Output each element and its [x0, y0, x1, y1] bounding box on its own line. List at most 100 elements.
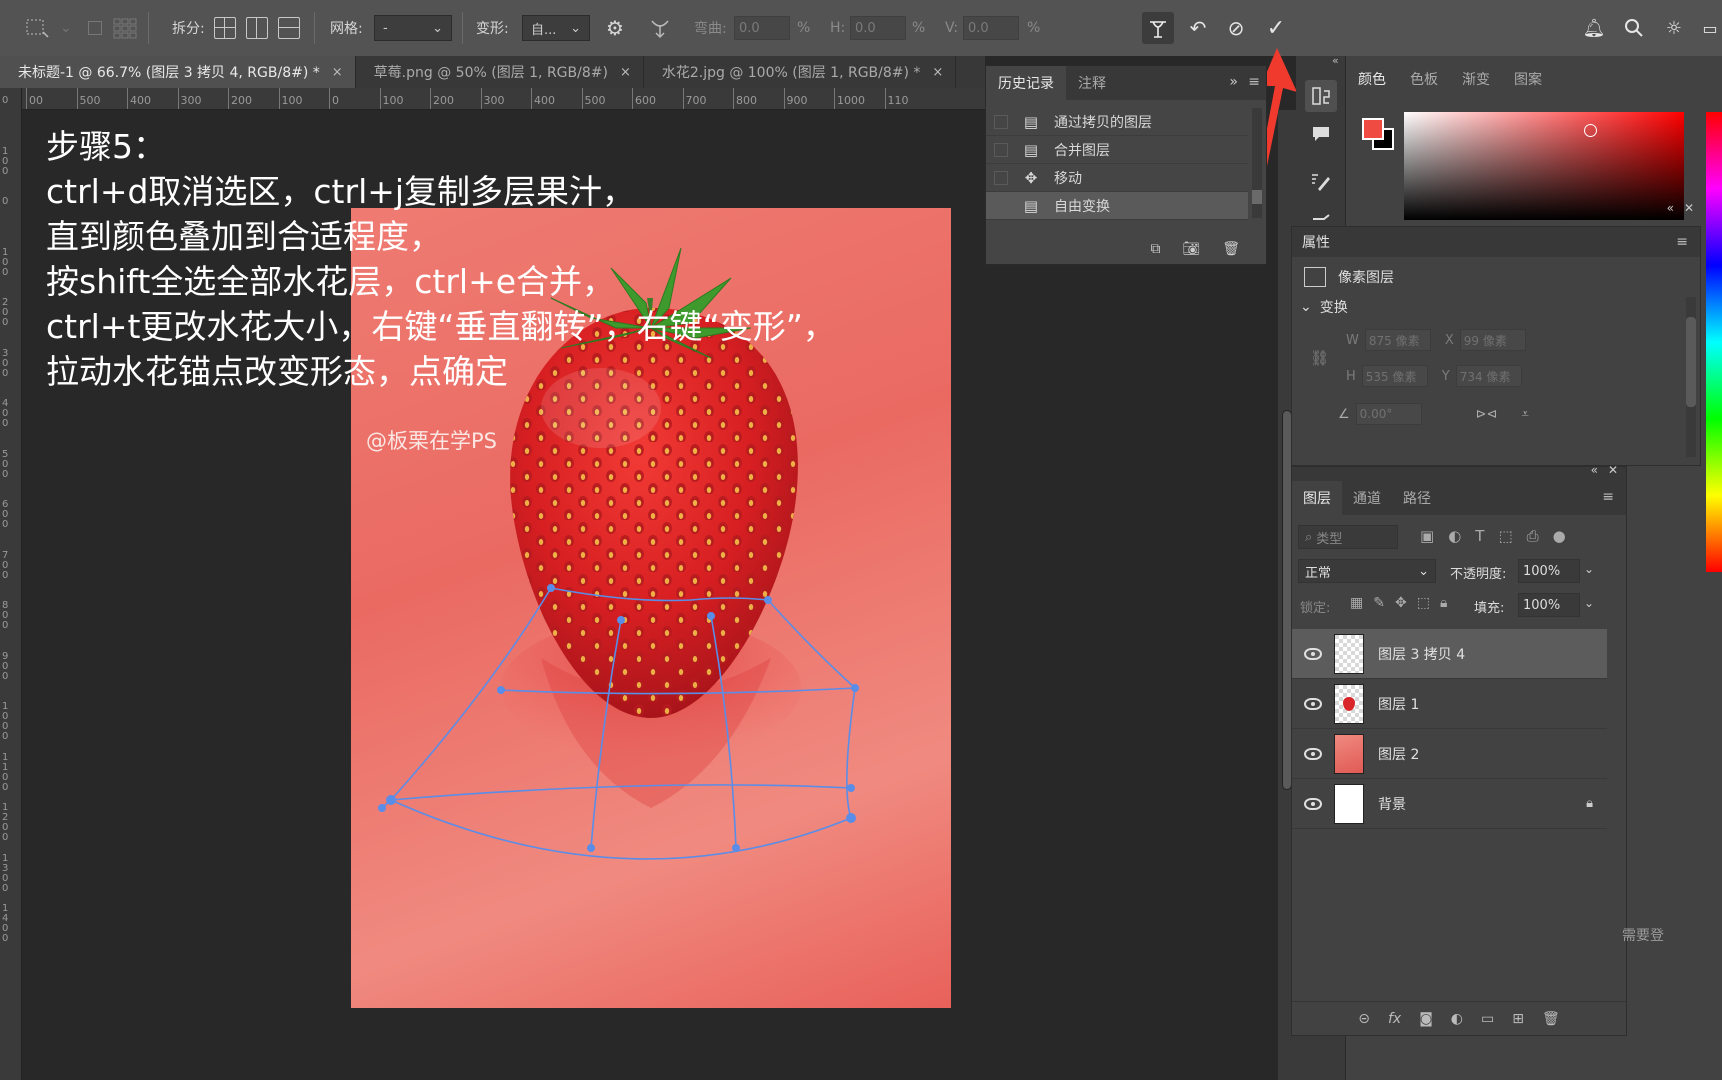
history-item[interactable]: ✥ 移动 [986, 164, 1248, 192]
angle-field[interactable]: 0.00° [1355, 403, 1422, 425]
visibility-eye-icon[interactable] [1304, 747, 1322, 760]
new-snapshot-camera-icon[interactable]: 📷︎ [1182, 241, 1200, 257]
brush-settings-icon[interactable] [1305, 166, 1337, 198]
document-tab-1[interactable]: 未标题-1 @ 66.7% (图层 3 拷贝 4, RGB/8#) * × [0, 56, 356, 88]
add-mask-icon[interactable]: ◙ [1419, 1011, 1433, 1027]
foreground-color-swatch[interactable] [1362, 118, 1384, 140]
new-group-folder-icon[interactable]: ▭ [1481, 1011, 1494, 1027]
bend-field[interactable]: 0.0 [734, 0, 790, 56]
comments-icon[interactable] [1305, 118, 1337, 150]
color-picker-field[interactable] [1404, 112, 1684, 220]
filter-shape-icon[interactable]: ⬚ [1498, 527, 1512, 545]
properties-scrollbar[interactable] [1686, 297, 1696, 457]
tab-paths[interactable]: 路径 [1392, 481, 1442, 515]
new-layer-icon[interactable]: ⊞ [1512, 1011, 1524, 1027]
filter-toggle-icon[interactable]: ● [1553, 527, 1566, 545]
width-field[interactable]: 875 像素 [1364, 329, 1431, 351]
notification-bell-icon[interactable]: 🔔︎ [1578, 12, 1610, 44]
collapse-arrows-icon[interactable]: « [1667, 201, 1674, 215]
blend-mode-select[interactable]: 正常 ⌄ [1298, 559, 1436, 583]
warp-select[interactable]: 自... ⌄ [522, 0, 590, 56]
visibility-eye-icon[interactable] [1304, 697, 1322, 710]
tab-layers[interactable]: 图层 [1292, 481, 1342, 515]
v-field[interactable]: 0.0 [963, 0, 1019, 56]
link-dimensions-icon[interactable]: ⛓ [1310, 349, 1329, 367]
filter-adjustment-icon[interactable]: ◐ [1448, 527, 1461, 545]
close-icon[interactable]: ✕ [1608, 463, 1618, 477]
history-snapshot-checkbox[interactable] [994, 198, 1008, 213]
close-icon[interactable]: × [332, 65, 343, 80]
h-field[interactable]: 0.0 [850, 0, 906, 56]
layer-filter-select[interactable]: ⌕ 类型 [1298, 525, 1398, 549]
new-adjustment-icon[interactable]: ◐ [1451, 1011, 1463, 1027]
history-item[interactable]: ▤ 自由变换 [986, 192, 1248, 220]
split-vertical-button[interactable] [246, 0, 268, 56]
puppet-warp-icon[interactable] [1142, 12, 1174, 44]
close-icon[interactable]: × [932, 65, 943, 80]
history-scrollbar[interactable] [1252, 108, 1262, 218]
tab-swatches[interactable]: 色板 [1398, 62, 1450, 96]
layer-row[interactable]: 背景 🔒︎ [1292, 779, 1607, 829]
height-field[interactable]: 535 像素 [1361, 365, 1428, 387]
layer-row[interactable]: 图层 3 拷贝 4 [1292, 629, 1607, 679]
history-snapshot-checkbox[interactable] [994, 142, 1008, 157]
fill-dropdown-icon[interactable]: ⌄ [1584, 596, 1594, 610]
panel-menu-icon[interactable]: ≡ [1602, 489, 1614, 505]
history-snapshot-checkbox[interactable] [994, 114, 1008, 129]
opacity-field[interactable]: 100% [1518, 559, 1580, 583]
history-item[interactable]: ▤ 通过拷贝的图层 [986, 108, 1248, 136]
fill-field[interactable]: 100% [1518, 593, 1580, 617]
tool-preset-dropdown-icon[interactable]: ⌄ [60, 0, 72, 56]
history-item[interactable]: ▤ 合并图层 [986, 136, 1248, 164]
new-document-from-state-icon[interactable]: ⧉ [1150, 241, 1160, 257]
search-icon[interactable] [1618, 12, 1650, 44]
lock-artboard-icon[interactable]: ⬚ [1417, 595, 1430, 611]
warp-settings-gear-icon[interactable]: ⚙ [606, 0, 624, 56]
tab-notes[interactable]: 注释 [1066, 66, 1118, 100]
lock-position-icon[interactable]: ✥ [1395, 595, 1407, 611]
collapse-arrows-icon[interactable]: « [1332, 54, 1339, 67]
reference-point-grid-icon[interactable] [112, 0, 138, 56]
close-icon[interactable]: ✕ [1684, 201, 1694, 215]
split-cross-button[interactable] [214, 0, 236, 56]
history-panel-icon[interactable] [1305, 80, 1337, 112]
layer-row[interactable]: 图层 2 [1292, 729, 1607, 779]
lock-all-icon[interactable]: 🔒︎ [1440, 595, 1447, 611]
workspace-layout-icon[interactable]: ▭ [1694, 12, 1722, 44]
filter-smart-object-icon[interactable]: ⎙ [1527, 527, 1539, 545]
history-snapshot-checkbox[interactable] [994, 170, 1008, 185]
grid-select[interactable]: - ⌄ [374, 0, 452, 56]
x-field[interactable]: 99 像素 [1459, 329, 1526, 351]
delete-layer-trash-icon[interactable]: 🗑︎ [1542, 1011, 1560, 1027]
split-horizontal-button[interactable] [278, 0, 300, 56]
flip-vertical-icon[interactable]: ⩡ [1521, 407, 1528, 422]
document-tab-2[interactable]: 草莓.png @ 50% (图层 1, RGB/8#) × [356, 56, 644, 88]
hue-slider[interactable] [1706, 112, 1722, 572]
discover-lightbulb-icon[interactable]: ☼ [1658, 12, 1690, 44]
visibility-eye-icon[interactable] [1304, 797, 1322, 810]
opacity-dropdown-icon[interactable]: ⌄ [1584, 562, 1594, 576]
layer-row[interactable]: 图层 1 [1292, 679, 1607, 729]
tab-patterns[interactable]: 图案 [1502, 62, 1554, 96]
layer-style-fx-icon[interactable]: fx [1388, 1011, 1401, 1027]
warp-orientation-icon[interactable] [648, 0, 672, 56]
collapse-arrows-icon[interactable]: « [1591, 463, 1598, 477]
link-layers-icon[interactable]: ⊝ [1358, 1011, 1370, 1027]
transform-tool-icon[interactable] [24, 0, 50, 56]
undo-icon[interactable]: ↶ [1182, 12, 1214, 44]
visibility-eye-icon[interactable] [1304, 647, 1322, 660]
expand-arrows-icon[interactable]: » [1229, 74, 1238, 90]
document-tab-3[interactable]: 水花2.jpg @ 100% (图层 1, RGB/8#) * × [644, 56, 957, 88]
lock-transparent-icon[interactable]: ▦ [1350, 595, 1363, 611]
transform-section-header[interactable]: ⌄ 变换 [1300, 297, 1348, 317]
panel-menu-icon[interactable]: ≡ [1676, 234, 1688, 250]
reference-point-checkbox[interactable] [88, 0, 102, 56]
lock-icon[interactable]: 🔒︎ [1586, 796, 1593, 811]
lock-pixels-icon[interactable]: ✎ [1373, 595, 1385, 611]
tab-color[interactable]: 颜色 [1346, 64, 1398, 94]
close-icon[interactable]: × [620, 65, 631, 80]
flip-horizontal-icon[interactable]: ⊳⊲ [1476, 407, 1498, 422]
panel-menu-icon[interactable]: ≡ [1248, 74, 1260, 90]
filter-pixel-icon[interactable]: ▣ [1420, 527, 1434, 545]
tab-history[interactable]: 历史记录 [986, 66, 1066, 100]
